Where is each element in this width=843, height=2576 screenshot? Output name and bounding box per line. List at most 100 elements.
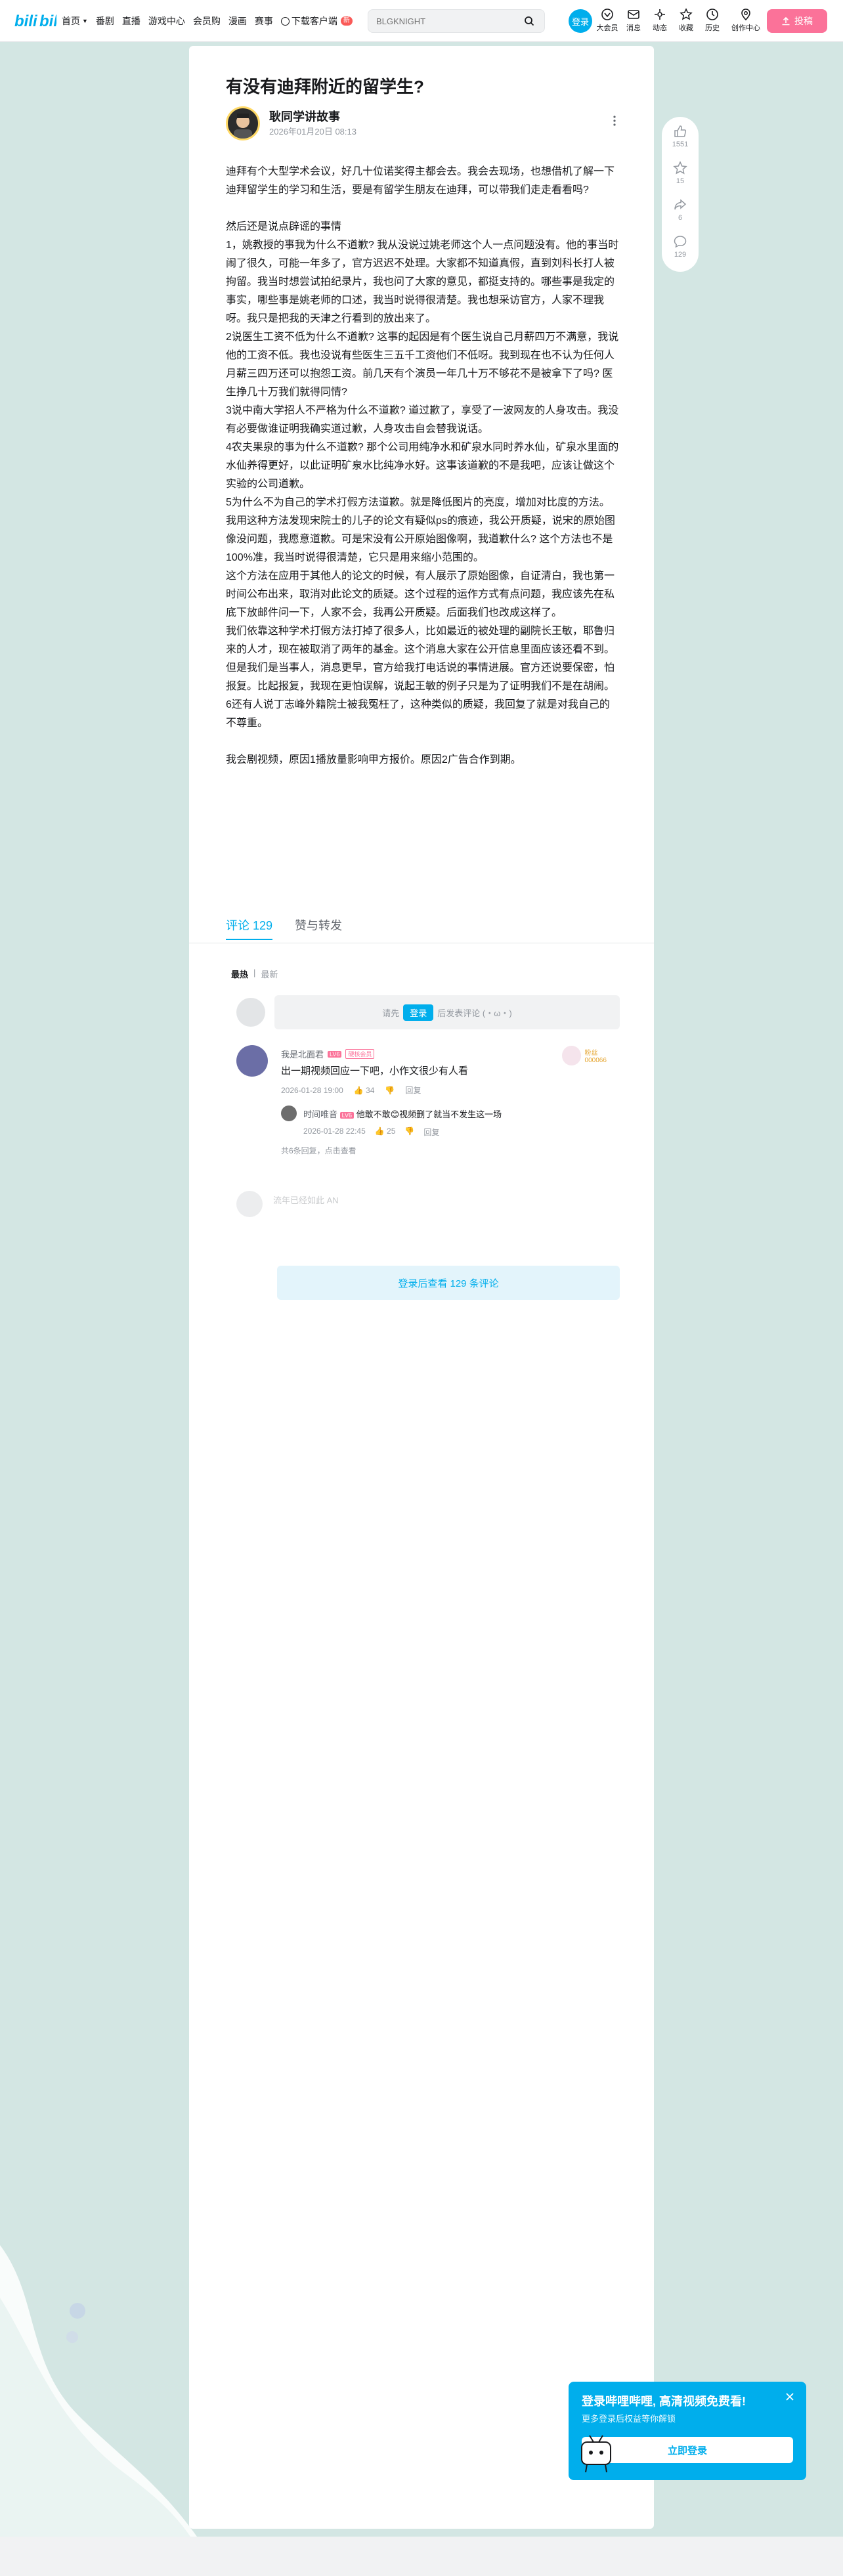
nav-label: 下载客户端 — [291, 16, 337, 26]
entry-vip[interactable]: 大会员 — [596, 8, 618, 33]
nav-download-client[interactable]: 下载客户端 新 — [280, 14, 353, 28]
upload-button[interactable]: 投稿 — [767, 9, 827, 33]
header-entries: 大会员 消息 动态 收藏 历史 创作中心 — [596, 8, 764, 33]
comment-time: 2026-01-28 19:00 — [281, 1085, 343, 1095]
view-more-replies[interactable]: 共6条回复，点击查看 — [281, 1145, 357, 1156]
reply-suffix: 后发表评论 (・ω・) — [437, 1008, 512, 1018]
like-icon — [674, 125, 687, 137]
reply-login-button[interactable]: 登录 — [403, 1004, 434, 1021]
entry-history[interactable]: 历史 — [701, 8, 724, 33]
login-button[interactable]: 登录 — [569, 9, 592, 33]
nav-label: 游戏中心 — [148, 16, 185, 26]
like-count: 25 — [387, 1127, 396, 1136]
favorite-icon — [673, 161, 687, 175]
top-header: bili bili 首页▼ 番剧 直播 游戏中心 会员购 漫画 赛事 下载客户端… — [0, 0, 843, 42]
commenter-name: 流年已经如此 AN — [273, 1195, 339, 1205]
paragraph — [226, 733, 620, 751]
nav-member-shop[interactable]: 会员购 — [193, 14, 221, 28]
entry-label: 收藏 — [679, 24, 693, 32]
bilibili-logo[interactable]: bili bili — [14, 11, 56, 30]
favorite-action[interactable]: 15 — [672, 160, 688, 197]
commenter-info: 流年已经如此 AN — [273, 1193, 339, 1206]
tab-likes-reposts[interactable]: 赞与转发 — [295, 916, 342, 940]
comment-meta: 2026-01-28 19:00 👍 34 👎 回复 — [281, 1084, 421, 1096]
nav-comics[interactable]: 漫画 — [228, 14, 247, 28]
article-title: 有没有迪拜附近的留学生? — [226, 77, 424, 97]
nav-label: 会员购 — [192, 16, 221, 26]
nav-label: 首页 — [62, 16, 80, 26]
thumb-down-icon[interactable]: 👎 — [385, 1086, 395, 1095]
entry-label: 大会员 — [596, 24, 618, 32]
close-icon[interactable] — [783, 2390, 797, 2404]
level-badge: LV6 — [339, 1112, 354, 1119]
entry-dynamic[interactable]: 动态 — [649, 8, 671, 33]
entry-label: 消息 — [626, 24, 641, 32]
comment-item: 我是北面君 LV6 硬核会员 出一期视频回应一下吧，小作文很少有人看 2026-… — [236, 1045, 620, 1157]
reply-button[interactable]: 回复 — [423, 1127, 439, 1138]
comment-action[interactable]: 129 — [672, 234, 688, 270]
message-icon — [628, 10, 639, 19]
entry-label: 创作中心 — [731, 24, 760, 32]
nav-game-center[interactable]: 游戏中心 — [148, 14, 185, 28]
entry-creator-center[interactable]: 创作中心 — [727, 8, 764, 33]
thumb-up-icon: 👍 — [353, 1085, 364, 1095]
nav-live[interactable]: 直播 — [122, 14, 140, 28]
reply-input[interactable]: 请先 登录 后发表评论 (・ω・) — [274, 995, 620, 1029]
reply-box: 请先 登录 后发表评论 (・ω・) — [236, 995, 620, 1029]
tab-comments[interactable]: 评论 129 — [226, 916, 273, 940]
new-badge: 新 — [340, 16, 353, 26]
author-name[interactable]: 耿同学讲故事 — [269, 108, 340, 125]
like-action[interactable]: 1551 — [672, 123, 688, 160]
share-icon — [674, 199, 687, 210]
more-options-icon[interactable] — [607, 113, 622, 129]
page-footer — [0, 2537, 843, 2576]
commenter-name[interactable]: 我是北面君 — [281, 1048, 324, 1060]
main-nav: 首页 ▼ 番剧 直播 游戏中心 会员购 漫画 赛事 下载客户端 新 — [62, 14, 353, 28]
upload-icon — [782, 16, 790, 26]
search-icon[interactable] — [522, 14, 536, 28]
like-button[interactable]: 👍 25 — [375, 1127, 396, 1138]
paragraph: 迪拜有个大型学术会议，好几十位诺奖得主都会去。我会去现场，也想借机了解一下迪拜留… — [226, 166, 615, 196]
nav-home[interactable]: 首页 ▼ — [62, 14, 88, 28]
author-avatar[interactable] — [226, 106, 260, 140]
publish-date: 2026年01月20日 08:13 — [269, 127, 357, 137]
paragraph: 3说中南大学招人不严格为什么不道歉? 道过歉了，享受了一波网友的人身攻击。我没有… — [226, 405, 619, 435]
svg-text:bili: bili — [14, 12, 38, 30]
paragraph: 4农夫果泉的事为什么不道歉? 那个公司用纯净水和矿泉水同时养水仙，矿泉水里面的水… — [226, 442, 619, 490]
paragraph: 2说医生工资不低为什么不道歉? 这事的起因是有个医生说自己月薪四万不满意，我说他… — [226, 332, 619, 398]
entry-label: 动态 — [653, 24, 667, 32]
comment-tabs: 评论 129 赞与转发 — [226, 916, 342, 940]
history-icon — [706, 9, 718, 20]
login-to-view-comments-button[interactable]: 登录后查看 129 条评论 — [277, 1266, 620, 1300]
sub-reply: 时间唯音 LV6 他敢不敢😊视频删了就当不发生这一场 2026-01-28 22… — [281, 1106, 609, 1158]
thumb-down-icon[interactable]: 👎 — [404, 1127, 414, 1138]
vip-icon — [601, 9, 613, 20]
nav-anime[interactable]: 番剧 — [96, 14, 114, 28]
fan-badge: 粉丝 000066 — [562, 1045, 620, 1066]
nav-label: 直播 — [121, 16, 140, 26]
search-bar — [368, 9, 545, 33]
sub-reply-name[interactable]: 时间唯音 — [303, 1109, 337, 1119]
comment-sort: 最热 | 最新 — [231, 968, 278, 980]
commenter-avatar — [236, 1191, 263, 1217]
fan-badge-number: 粉丝 000066 — [584, 1050, 607, 1064]
share-action[interactable]: 6 — [672, 197, 688, 234]
entry-message[interactable]: 消息 — [622, 8, 645, 33]
paragraph: 我们依靠这种学术打假方法打掉了很多人，比如最近的被处理的副院长王敏，耶鲁归来的人… — [226, 626, 615, 692]
favorite-count: 15 — [676, 177, 685, 185]
search-input[interactable] — [376, 16, 514, 26]
like-button[interactable]: 👍 34 — [354, 1086, 375, 1095]
commenter-avatar[interactable] — [236, 1045, 268, 1077]
sort-hot[interactable]: 最热 — [231, 968, 248, 980]
sub-reply-avatar[interactable] — [281, 1106, 297, 1121]
nav-esports[interactable]: 赛事 — [255, 14, 273, 28]
fan-badge-image — [562, 1046, 581, 1065]
sort-new[interactable]: 最新 — [261, 968, 278, 980]
paragraph: 5为什么不为自己的学术打假方法道歉。就是降低图片的亮度，增加对比度的方法。我用这… — [226, 497, 615, 563]
paragraph: 1，姚教授的事我为什么不道歉? 我从没说过姚老师这个人一点问题没有。他的事当时闹… — [226, 240, 619, 324]
member-tag: 硬核会员 — [345, 1049, 375, 1059]
comment-item: 流年已经如此 AN — [236, 1191, 620, 1230]
entry-favorite[interactable]: 收藏 — [675, 8, 697, 33]
promo-subtitle: 更多登录后权益等你解锁 — [582, 2414, 676, 2424]
reply-button[interactable]: 回复 — [405, 1084, 421, 1096]
